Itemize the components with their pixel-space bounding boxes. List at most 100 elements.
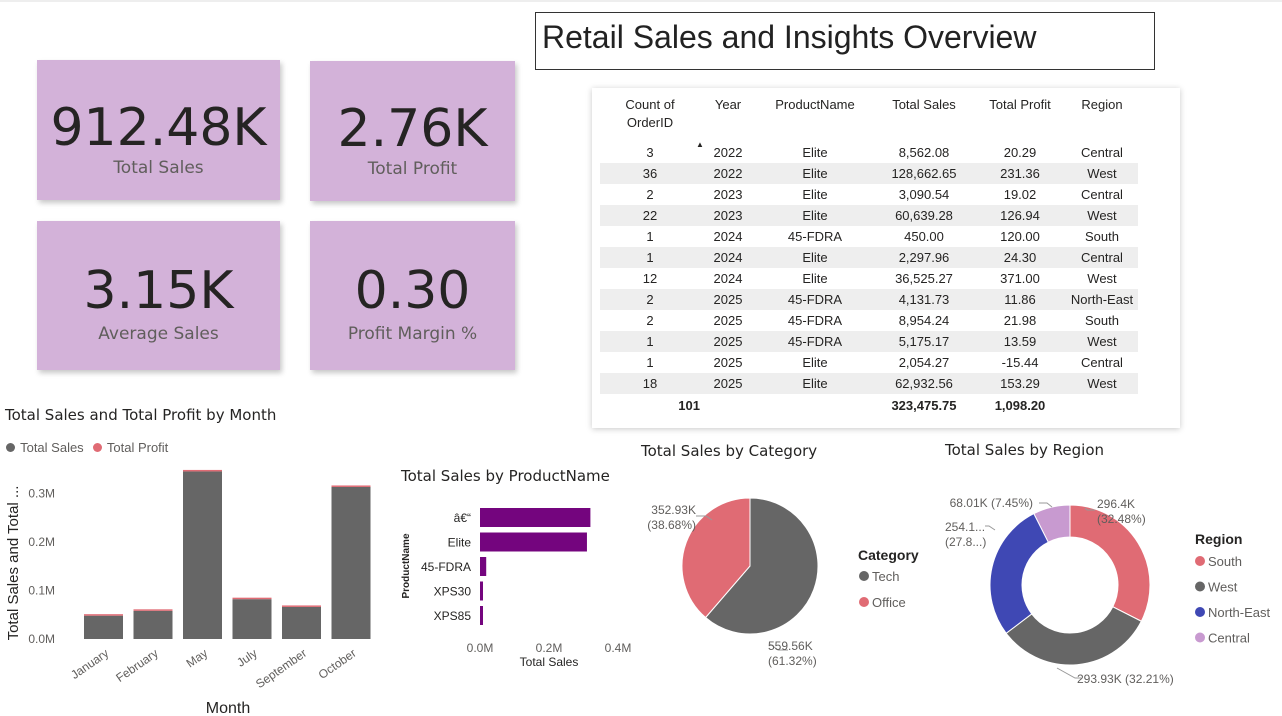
bar-total-sales	[232, 599, 272, 639]
x-axis-title: Total Sales	[520, 655, 579, 669]
table-cell: 45-FDRA	[787, 313, 843, 328]
table-cell: 45-FDRA	[756, 289, 874, 310]
table-cell: 2025	[713, 355, 743, 370]
kpi-card-average-sales[interactable]: 3.15K Average Sales	[37, 221, 280, 370]
table-cell: 371.00	[1000, 271, 1040, 286]
bar-total-sales	[331, 486, 371, 639]
table-cell: 4,131.73	[874, 289, 974, 310]
bar-total-sales	[183, 471, 222, 639]
table-cell: 128,662.65	[874, 163, 974, 184]
chart-sales-by-category[interactable]: 559.56K (61.32%) 352.93K (38.68%) Category Te…	[630, 470, 930, 675]
table-cell: 2022	[713, 145, 743, 160]
table-cell: 2025	[700, 373, 756, 394]
table-cell: 19.02	[1003, 187, 1037, 202]
column-header-count-orderid[interactable]: Count of OrderID ▲	[600, 96, 704, 149]
table-row[interactable]: 12 2024 Elite 36,525.27 371.00 West	[600, 268, 1138, 289]
table-cell: 12	[642, 271, 658, 286]
table-cell: West	[1066, 373, 1138, 394]
y-axis-title: ProductName	[401, 533, 412, 598]
table-cell: 20.29	[1003, 145, 1037, 160]
x-tick-label: October	[316, 646, 359, 682]
table-cell: Central	[1081, 355, 1123, 370]
y-tick-label: 0.3M	[28, 486, 55, 500]
table-row[interactable]: 18 2025 Elite 62,932.56 153.29 West	[600, 373, 1138, 394]
sales-table-card[interactable]: Count of OrderID ▲ Year ProductName Total…	[592, 88, 1180, 428]
column-header-productname[interactable]: ProductName	[756, 96, 874, 142]
chart-sales-by-region[interactable]: 296.4K (32.48%) 293.93K (32.21%) 254.1... (2…	[935, 470, 1282, 690]
chart-sales-profit-by-month[interactable]: 0.0M 0.1M 0.2M 0.3M January February May JulySe…	[0, 455, 380, 716]
table-cell: 22	[600, 205, 700, 226]
table-cell: 2025	[713, 313, 743, 328]
bar-total-sales	[84, 615, 123, 639]
bar-total-profit	[183, 469, 222, 472]
table-cell: Central	[1081, 145, 1123, 160]
table-total-cell	[700, 394, 756, 416]
table-cell: 45-FDRA	[787, 229, 843, 244]
legend-dot-total-profit	[92, 443, 102, 452]
table-cell: South	[1085, 313, 1119, 328]
donut-slice-north-east	[989, 512, 1050, 634]
table-cell: 2,054.27	[898, 355, 950, 370]
x-tick-label: May	[184, 646, 211, 670]
x-tick-label: 0.4M	[605, 641, 632, 655]
y-tick-label: 0.1M	[28, 583, 55, 597]
table-row[interactable]: 1 2024 Elite 2,297.96 24.30 Central	[600, 247, 1138, 268]
table-row[interactable]: 22 2023 Elite 60,639.28 126.94 West	[600, 205, 1138, 226]
column-header-total-profit[interactable]: Total Profit	[974, 96, 1066, 142]
table-total-cell	[756, 394, 874, 416]
bar-product-sales	[480, 557, 487, 576]
table-cell: Elite	[802, 145, 828, 160]
table-row[interactable]: 36 2022 Elite 128,662.65 231.36 West	[600, 163, 1138, 184]
kpi-card-total-profit[interactable]: 2.76K Total Profit	[310, 61, 515, 201]
table-cell: 1	[646, 355, 654, 370]
kpi-label: Profit Margin %	[347, 324, 478, 344]
table-cell: 153.29	[974, 373, 1066, 394]
table-row[interactable]: 1 2025 Elite 2,054.27 -15.44 Central	[600, 352, 1138, 373]
kpi-card-profit-margin[interactable]: 0.30 Profit Margin %	[310, 221, 515, 370]
table-cell: 2	[646, 313, 654, 328]
table-cell: 2024	[713, 229, 743, 244]
table-cell: 2	[646, 187, 654, 202]
leader-line	[1039, 502, 1053, 508]
y-axis-title: Total Sales and Total ...	[5, 486, 22, 641]
table-row[interactable]: 3 2022 Elite 8,562.08 20.29 Central	[600, 142, 1138, 163]
table-row[interactable]: 1 2024 45-FDRA 450.00 120.00 South	[600, 226, 1138, 247]
table-cell: 13.59	[974, 331, 1066, 352]
kpi-card-total-sales[interactable]: 912.48K Total Sales	[37, 60, 280, 200]
table-row[interactable]: 2 2025 45-FDRA 8,954.24 21.98 South	[600, 310, 1138, 331]
x-tick-label: January	[68, 646, 111, 682]
legend-dot	[859, 597, 869, 607]
table-cell: 120.00	[1000, 229, 1040, 244]
top-divider	[0, 0, 1282, 2]
table-cell: 450.00	[904, 229, 944, 244]
chart-sales-by-productname[interactable]: â€“ Elite 45-FDRA XPS30 XPS85 0.0M 0.2M 0.4M Tot…	[395, 495, 640, 675]
column-header-total-sales[interactable]: Total Sales	[874, 96, 974, 142]
legend-dot	[1195, 607, 1205, 617]
bar-product-sales	[480, 606, 483, 625]
sales-table[interactable]: Count of OrderID ▲ Year ProductName Total…	[600, 96, 1138, 416]
table-cell: South	[1085, 229, 1119, 244]
table-cell: 45-FDRA	[756, 331, 874, 352]
table-cell: 2023	[713, 187, 743, 202]
column-header-year[interactable]: Year	[700, 96, 756, 142]
table-row[interactable]: 1 2025 45-FDRA 5,175.17 13.59 West	[600, 331, 1138, 352]
table-cell: Central	[1066, 247, 1138, 268]
table-row[interactable]: 2 2023 Elite 3,090.54 19.02 Central	[600, 184, 1138, 205]
bar-total-profit	[282, 605, 321, 607]
bar-product-sales	[480, 532, 587, 552]
kpi-label: Total Profit	[367, 159, 458, 179]
data-label-office: 352.93K (38.68%)	[647, 503, 696, 532]
bar-total-sales	[282, 606, 321, 639]
table-total-cell: 101	[678, 397, 700, 413]
table-cell: Elite	[756, 247, 874, 268]
x-tick-label: 0.2M	[536, 641, 563, 655]
table-row[interactable]: 2 2025 45-FDRA 4,131.73 11.86 North-East	[600, 289, 1138, 310]
table-cell: 21.98	[1003, 313, 1037, 328]
chart-title-region: Total Sales by Region	[945, 441, 1105, 459]
kpi-label: Total Sales	[113, 158, 204, 178]
table-cell: 1	[600, 247, 700, 268]
legend-dot	[859, 571, 869, 581]
data-label-north-east: 254.1... (27.8...)	[945, 520, 986, 549]
x-tick-label: February	[113, 646, 160, 685]
column-header-region[interactable]: Region	[1066, 96, 1138, 142]
